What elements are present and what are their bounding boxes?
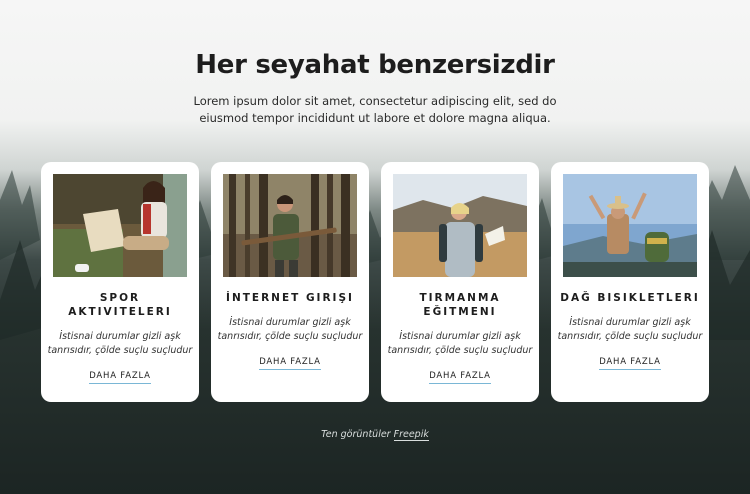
- freepik-link[interactable]: Freepik: [393, 429, 429, 441]
- hiker-with-map-photo: [53, 174, 187, 277]
- feature-card-tirmanma: TIRMANMA EĞITMENI İstisnai durumlar gizl…: [381, 162, 539, 402]
- hiker-arms-raised-photo: [563, 174, 697, 277]
- daha-fazla-link[interactable]: DAHA FAZLA: [381, 371, 539, 384]
- card-title: TIRMANMA EĞITMENI: [419, 292, 501, 318]
- hiker-on-hill-photo: [393, 174, 527, 277]
- card-title: DAĞ BISIKLETLERI: [560, 292, 700, 304]
- card-title: SPOR AKTIVITELERI: [68, 292, 172, 318]
- card-description: İstisnai durumlar gizli aşk tanrısıdır, …: [47, 331, 193, 356]
- page-title: Her seyahat benzersizdir: [195, 50, 555, 80]
- card-description: İstisnai durumlar gizli aşk tanrısıdır, …: [557, 317, 703, 342]
- intro-text: Lorem ipsum dolor sit amet, consectetur …: [193, 94, 557, 125]
- daha-fazla-link[interactable]: DAHA FAZLA: [551, 357, 709, 370]
- card-description: İstisnai durumlar gizli aşk tanrısıdır, …: [387, 331, 533, 356]
- feature-card-spor: SPOR AKTIVITELERI İstisnai durumlar gizl…: [41, 162, 199, 402]
- hiker-in-forest-photo: [223, 174, 357, 277]
- card-title: İNTERNET GIRIŞI: [226, 292, 354, 304]
- feature-card-internet: İNTERNET GIRIŞI İstisnai durumlar gizli …: [211, 162, 369, 402]
- card-description: İstisnai durumlar gizli aşk tanrısıdır, …: [217, 317, 363, 342]
- feature-card-bisiklet: DAĞ BISIKLETLERI İstisnai durumlar gizli…: [551, 162, 709, 402]
- daha-fazla-link[interactable]: DAHA FAZLA: [211, 357, 369, 370]
- credit-prefix: Ten görüntüler: [321, 429, 391, 440]
- image-credit: Ten görüntüler Freepik: [0, 429, 750, 441]
- daha-fazla-link[interactable]: DAHA FAZLA: [41, 371, 199, 384]
